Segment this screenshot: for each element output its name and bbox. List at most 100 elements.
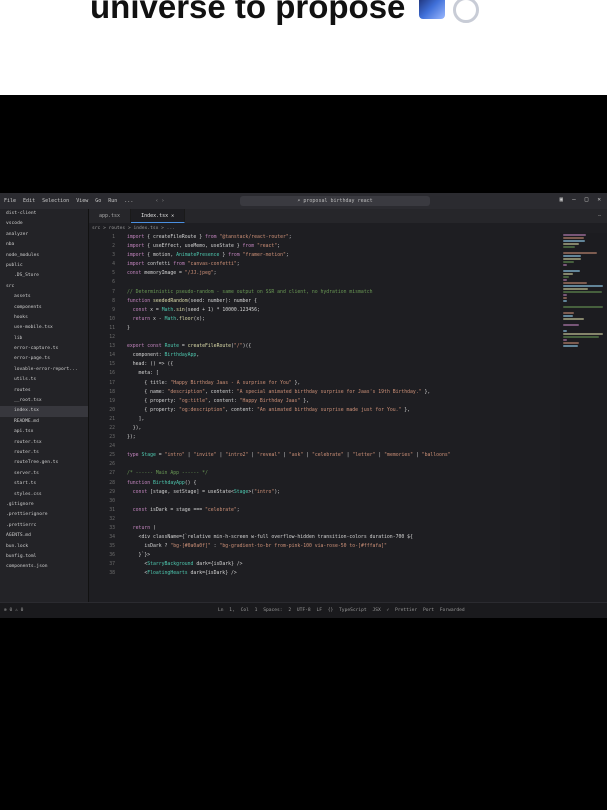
explorer-item[interactable]: components: [0, 303, 88, 313]
code-line[interactable]: 12: [89, 333, 559, 342]
code-line[interactable]: 26: [89, 460, 559, 469]
code-line[interactable]: 23});: [89, 433, 559, 442]
code-line[interactable]: 18 { name: "description", content: "A sp…: [89, 388, 559, 397]
menu-item[interactable]: View: [76, 198, 88, 204]
menu-item[interactable]: Go: [95, 198, 101, 204]
code-line[interactable]: 15 head: () => ({: [89, 360, 559, 369]
code-line[interactable]: 30: [89, 497, 559, 506]
code-line[interactable]: 32: [89, 515, 559, 524]
explorer-item[interactable]: vscode: [0, 219, 88, 229]
explorer-item[interactable]: assets: [0, 292, 88, 302]
explorer-item[interactable]: src: [0, 282, 88, 292]
breadcrumb[interactable]: src > routes > index.tsx > ...: [92, 226, 175, 231]
code-line[interactable]: 5 const memoryImage = "/JJ.jpeg";: [89, 269, 559, 278]
code-line[interactable]: 2 import { useEffect, useMemo, useState }…: [89, 242, 559, 251]
code-line[interactable]: 28 function BirthdayApp() {: [89, 479, 559, 488]
explorer-item[interactable]: api.tsx: [0, 427, 88, 437]
line-number: 31: [109, 507, 115, 513]
minimap[interactable]: [560, 233, 607, 602]
code-line[interactable]: 22 }),: [89, 424, 559, 433]
code-line[interactable]: 17 { title: "Happy Birthday Jaas - A sur…: [89, 379, 559, 388]
explorer-item[interactable]: nba: [0, 240, 88, 250]
menu-item[interactable]: Run: [108, 198, 117, 204]
explorer-item[interactable]: .prettierignore: [0, 510, 88, 520]
explorer-item[interactable]: __root.tsx: [0, 396, 88, 406]
code-line[interactable]: 34 <div className={`relative min-h-scree…: [89, 533, 559, 542]
code-line[interactable]: 37 <StarryBackground dark={isDark} />: [89, 560, 559, 569]
explorer-item[interactable]: styles.css: [0, 490, 88, 500]
explorer-item[interactable]: routes: [0, 386, 88, 396]
minimap-line: [563, 309, 567, 311]
close-icon[interactable]: ✕: [597, 196, 601, 203]
command-search-box[interactable]: ⌕ proposal birthday react: [240, 196, 430, 206]
explorer-item[interactable]: AGENTS.md: [0, 531, 88, 541]
code-line[interactable]: 24: [89, 442, 559, 451]
code-text: import { useEffect, useMemo, useState } …: [127, 244, 281, 250]
code-line[interactable]: 29 const [stage, setStage] = useState<St…: [89, 488, 559, 497]
code-line[interactable]: 14 component: BirthdayApp,: [89, 351, 559, 360]
code-line[interactable]: 20 { property: "og:description", content…: [89, 406, 559, 415]
explorer-item[interactable]: public: [0, 261, 88, 271]
menu-item[interactable]: ...: [124, 198, 133, 204]
code-line[interactable]: 38 <FloatingHearts dark={isDark} />: [89, 569, 559, 578]
code-line[interactable]: 25 type Stage = "intro" | "invite" | "int…: [89, 451, 559, 460]
code-line[interactable]: 35 isDark ? "bg-[#0a0a0f]" : "bg-gradien…: [89, 542, 559, 551]
code-line[interactable]: 31 const isDark = stage === "celebrate";: [89, 506, 559, 515]
code-line[interactable]: 16 meta: [: [89, 369, 559, 378]
code-area[interactable]: 1 import { createFileRoute } from "@tanst…: [89, 233, 559, 602]
editor-tab[interactable]: app.tsx: [89, 209, 132, 223]
explorer-item[interactable]: lovable-error-report...: [0, 365, 88, 375]
explorer-item[interactable]: README.md: [0, 417, 88, 427]
code-line[interactable]: 21 ],: [89, 415, 559, 424]
minimap-line: [563, 288, 589, 290]
nav-arrows-icon[interactable]: ‹ ›: [155, 198, 164, 204]
menu-item[interactable]: Edit: [23, 198, 35, 204]
code-line[interactable]: 13 export const Route = createFileRoute("…: [89, 342, 559, 351]
explorer-item[interactable]: server.ts: [0, 469, 88, 479]
explorer-item[interactable]: .gitignore: [0, 500, 88, 510]
code-line[interactable]: 33 return (: [89, 524, 559, 533]
code-line[interactable]: 8 function seededRandom(seed: number): nu…: [89, 297, 559, 306]
code-line[interactable]: 1 import { createFileRoute } from "@tanst…: [89, 233, 559, 242]
code-line[interactable]: 9 const x = Math.sin(seed + 1) * 10000.1…: [89, 306, 559, 315]
explorer-item[interactable]: utils.ts: [0, 375, 88, 385]
explorer-item[interactable]: bunfig.toml: [0, 552, 88, 562]
status-problems[interactable]: ⊗ 0 ⚠ 0: [4, 603, 23, 618]
explorer-item[interactable]: index.tsx: [0, 406, 88, 417]
explorer-item[interactable]: start.ts: [0, 479, 88, 489]
explorer-item[interactable]: node_modules: [0, 251, 88, 261]
explorer-item[interactable]: lib: [0, 334, 88, 344]
tab-actions-icon[interactable]: ⋯: [598, 209, 607, 223]
explorer-item[interactable]: dist-client: [0, 209, 88, 219]
layout-icon[interactable]: ▣: [560, 196, 564, 203]
code-line[interactable]: 6: [89, 278, 559, 287]
explorer-item[interactable]: analyzer: [0, 230, 88, 240]
code-line[interactable]: 19 { property: "og:title", content: "Hap…: [89, 397, 559, 406]
menu-item[interactable]: File: [4, 198, 16, 204]
code-line[interactable]: 3 import { motion, AnimatePresence } from…: [89, 251, 559, 260]
explorer-item[interactable]: routeTree.gen.ts: [0, 458, 88, 468]
minimap-line: [563, 336, 599, 338]
explorer-item[interactable]: .prettierrc: [0, 521, 88, 531]
maximize-icon[interactable]: □: [585, 196, 589, 203]
explorer-item[interactable]: components.json: [0, 562, 88, 572]
editor-tab[interactable]: Index.tsx ✕: [131, 209, 186, 223]
minimap-line: [563, 291, 603, 293]
explorer-item[interactable]: error-capture.ts: [0, 344, 88, 354]
explorer-item[interactable]: hooks: [0, 313, 88, 323]
code-line[interactable]: 4 import confetti from "canvas-confetti";: [89, 260, 559, 269]
minimize-icon[interactable]: –: [572, 196, 576, 203]
code-line[interactable]: 27 /* ------ Main App ------ */: [89, 469, 559, 478]
status-info[interactable]: Ln 1, Col 1 Spaces: 2 UTF-8 LF {} TypeSc…: [218, 603, 465, 618]
explorer-item[interactable]: error-page.ts: [0, 354, 88, 364]
explorer-item[interactable]: use-mobile.tsx: [0, 323, 88, 333]
code-line[interactable]: 11}: [89, 324, 559, 333]
code-line[interactable]: 36 }`}>: [89, 551, 559, 560]
explorer-item[interactable]: router.tsx: [0, 438, 88, 448]
code-line[interactable]: 7 // Deterministic pseudo-random - same o…: [89, 288, 559, 297]
explorer-item[interactable]: .DS_Store: [0, 271, 88, 281]
menu-item[interactable]: Selection: [42, 198, 69, 204]
code-line[interactable]: 10 return x - Math.floor(x);: [89, 315, 559, 324]
explorer-item[interactable]: router.ts: [0, 448, 88, 458]
explorer-item[interactable]: bun.lock: [0, 542, 88, 552]
